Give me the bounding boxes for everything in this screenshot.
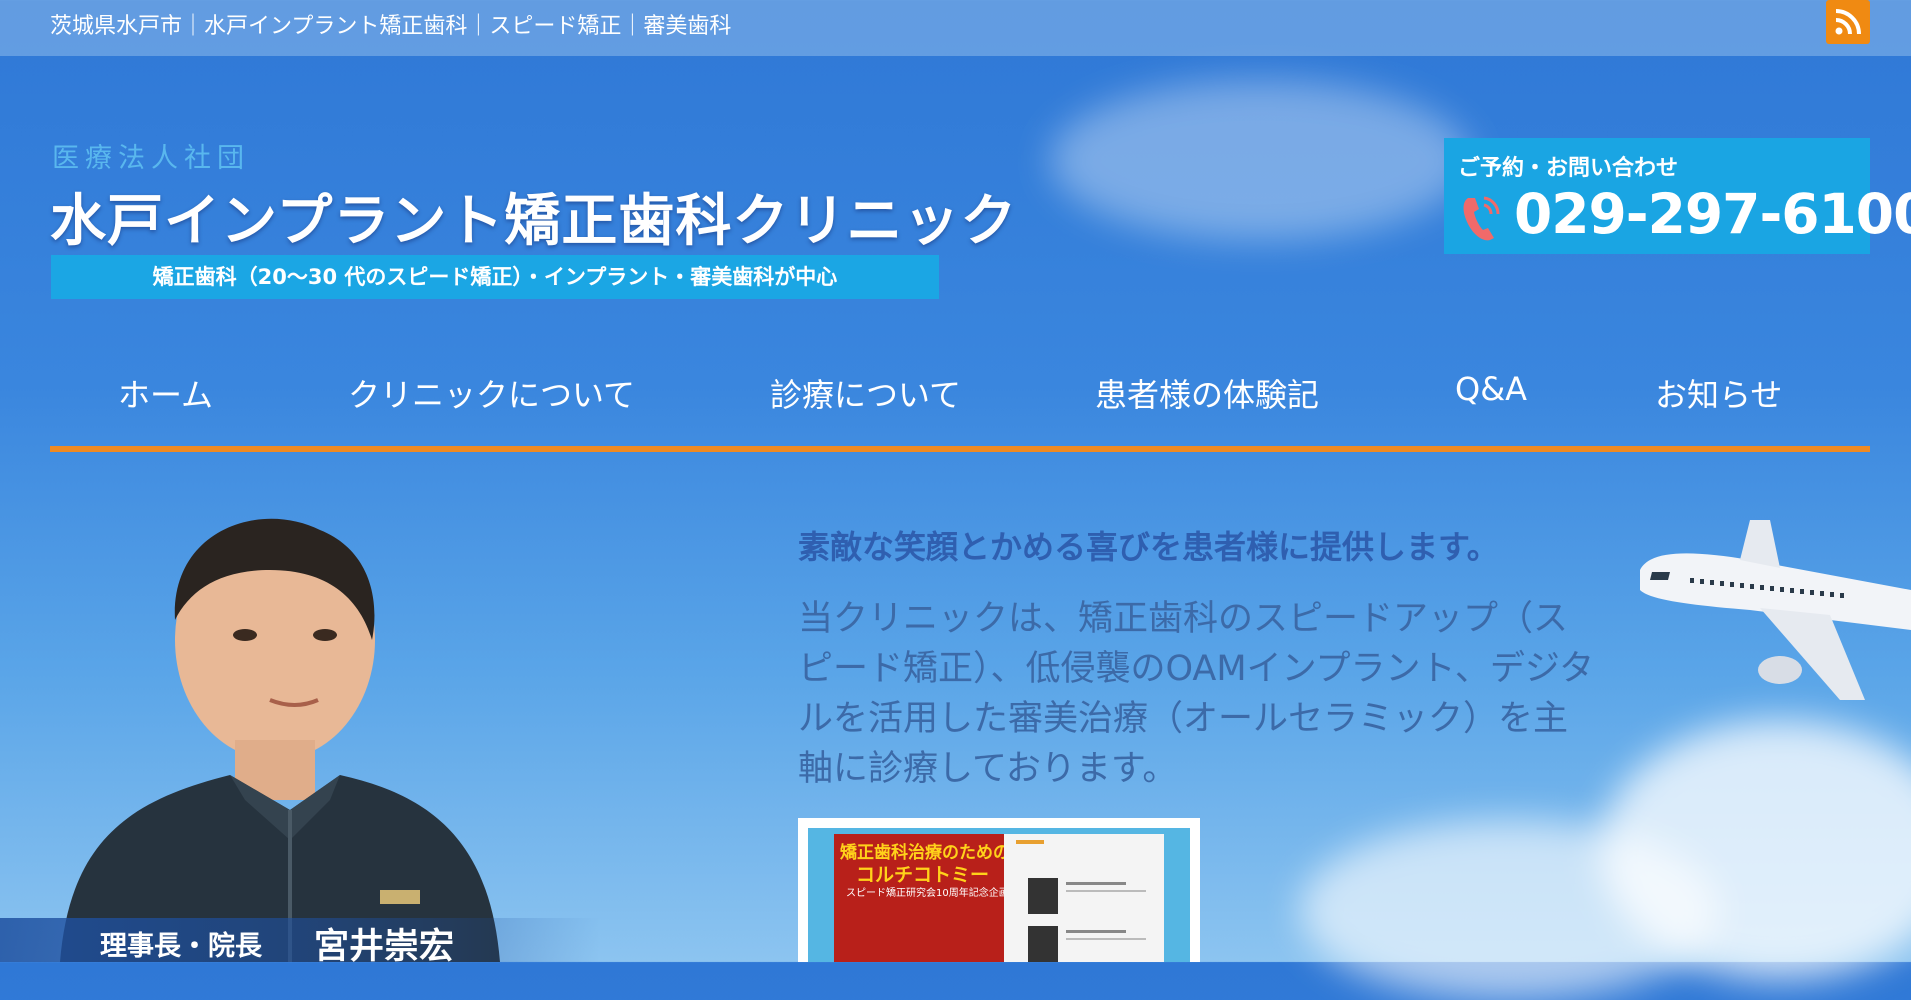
clinic-name-logo[interactable]: 水戸インプラント矯正歯科クリニック	[50, 176, 1017, 257]
intro-paragraph: 当クリニックは、矯正歯科のスピードアップ（スピード矯正）、低侵襲のOAMインプラ…	[798, 599, 1595, 789]
cloud-decoration	[1050, 80, 1470, 240]
book-cover: 矯正歯科治療のための コルチコトミー スピード矯正研究会10周年記念企画	[834, 834, 1010, 962]
doctor-photo	[0, 510, 600, 962]
site-breadcrumb: 茨城県水戸市｜水戸インプラント矯正歯科｜スピード矯正｜審美歯科	[50, 14, 732, 39]
phone-number[interactable]: 029-297-6100	[1514, 182, 1911, 246]
org-label: 医療法人社団	[52, 143, 250, 174]
book-title-line2: コルチコトミー	[856, 864, 990, 886]
cloud-decoration	[1300, 820, 1720, 1000]
top-bar: 茨城県水戸市｜水戸インプラント矯正歯科｜スピード矯正｜審美歯科	[0, 0, 1911, 56]
nav-news[interactable]: お知らせ	[1655, 370, 1782, 416]
nav-divider	[50, 446, 1870, 452]
contact-box[interactable]: ご予約・お問い合わせ 029-297-6100	[1444, 138, 1911, 254]
nav-patient-stories[interactable]: 患者様の体験記	[1095, 370, 1319, 416]
doctor-name: 宮井崇宏	[314, 927, 455, 967]
book-frame: 矯正歯科治療のための コルチコトミー スピード矯正研究会10周年記念企画	[808, 828, 1190, 962]
nav-treatment[interactable]: 診療について	[770, 370, 961, 416]
phone-icon	[1463, 196, 1500, 241]
airplane-illustration	[1640, 520, 1911, 700]
rss-icon[interactable]	[1826, 0, 1870, 44]
book-image[interactable]: 矯正歯科治療のための コルチコトミー スピード矯正研究会10周年記念企画	[798, 818, 1200, 962]
nav-qa[interactable]: Q&A	[1455, 370, 1527, 408]
nav-home[interactable]: ホーム	[118, 370, 213, 416]
tagline-bar: 矯正歯科（20〜30 代のスピード矯正）・インプラント・審美歯科が中心	[51, 255, 939, 299]
doctor-role: 理事長・院長	[100, 931, 262, 962]
main-headline: 素敵な笑顔とかめる喜びを患者様に提供します。	[798, 528, 1499, 566]
main-nav: ホーム クリニックについて 診療について 患者様の体験記 Q&A お知らせ	[50, 360, 1870, 432]
contact-label: ご予約・お問い合わせ	[1458, 156, 1679, 181]
book-page	[1004, 834, 1164, 962]
doctor-caption: 理事長・院長 宮井崇宏	[0, 918, 600, 967]
nav-about-clinic[interactable]: クリニックについて	[348, 370, 635, 416]
book-subtitle: スピード矯正研究会10周年記念企画	[846, 888, 1009, 899]
